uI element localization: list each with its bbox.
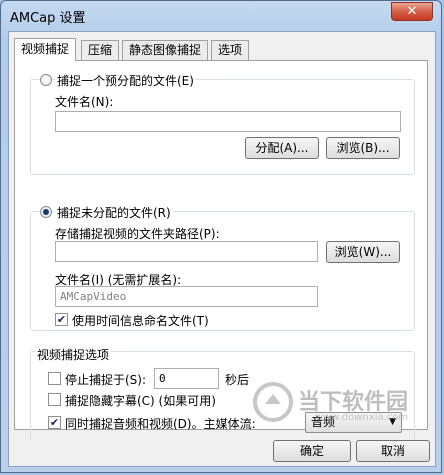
capture-audio-video-checkbox[interactable]: ✔ bbox=[48, 416, 61, 429]
stop-capture-checkbox[interactable] bbox=[48, 372, 61, 385]
capture-options-title: 视频捕捉选项 bbox=[35, 346, 112, 363]
cancel-button[interactable]: 取消 bbox=[356, 440, 430, 462]
title-bar[interactable]: AMCap 设置 ✕ bbox=[1, 1, 441, 31]
ok-button[interactable]: 确定 bbox=[273, 440, 351, 462]
stop-capture-seconds-input[interactable] bbox=[154, 368, 219, 389]
tab-compression[interactable]: 压缩 bbox=[81, 40, 120, 60]
timestamp-filename-label: 使用时间信息命名文件(T) bbox=[72, 314, 209, 328]
capture-captions-label: 捕捉隐藏字幕(C) (如果可用) bbox=[65, 394, 216, 408]
folder-browse-button[interactable]: 浏览(W)... bbox=[326, 241, 400, 263]
preallocated-filename-input[interactable] bbox=[55, 111, 401, 132]
watermark-logo-icon bbox=[253, 382, 293, 422]
unallocated-file-label: 捕捉未分配的文件(R) bbox=[55, 204, 173, 221]
allocate-button[interactable]: 分配(A)... bbox=[245, 137, 319, 159]
capture-audio-video-label: 同时捕捉音频和视频(D)。主媒体流: bbox=[65, 417, 256, 431]
unallocated-file-radio[interactable] bbox=[40, 206, 52, 218]
downxia-watermark: 当下软件园 www.downxia.com bbox=[253, 382, 433, 432]
tab-options[interactable]: 选项 bbox=[211, 40, 250, 60]
close-button[interactable]: ✕ bbox=[391, 2, 433, 21]
capture-captions-checkbox[interactable] bbox=[48, 393, 61, 406]
capture-folder-label: 存储捕捉视频的文件夹路径(P): bbox=[55, 227, 220, 241]
amcap-settings-window: AMCap 设置 ✕ 视频捕捉 压缩 静态图像捕捉 选项 捕捉一个预分配的文件(… bbox=[0, 0, 442, 473]
unallocated-filename-input[interactable] bbox=[55, 286, 318, 307]
stop-capture-unit: 秒后 bbox=[225, 373, 250, 387]
radio-selected-dot bbox=[43, 209, 49, 215]
preallocated-file-label: 捕捉一个预分配的文件(E) bbox=[55, 72, 196, 89]
capture-folder-input[interactable] bbox=[55, 241, 318, 262]
watermark-url: www.downxia.com bbox=[315, 412, 409, 423]
video-capture-panel: 捕捉一个预分配的文件(E) 文件名(N): 分配(A)... 浏览(B)... … bbox=[14, 60, 428, 441]
tab-still-image-capture[interactable]: 静态图像捕捉 bbox=[122, 40, 209, 60]
timestamp-filename-checkbox[interactable]: ✔ bbox=[55, 313, 68, 326]
tab-video-capture[interactable]: 视频捕捉 bbox=[14, 38, 77, 61]
preallocated-browse-button[interactable]: 浏览(B)... bbox=[326, 137, 400, 159]
stop-capture-label: 停止捕捉于(S): bbox=[65, 373, 147, 387]
preallocated-filename-label: 文件名(N): bbox=[55, 95, 114, 109]
preallocated-file-radio[interactable] bbox=[40, 74, 52, 86]
window-title: AMCap 设置 bbox=[10, 11, 86, 26]
